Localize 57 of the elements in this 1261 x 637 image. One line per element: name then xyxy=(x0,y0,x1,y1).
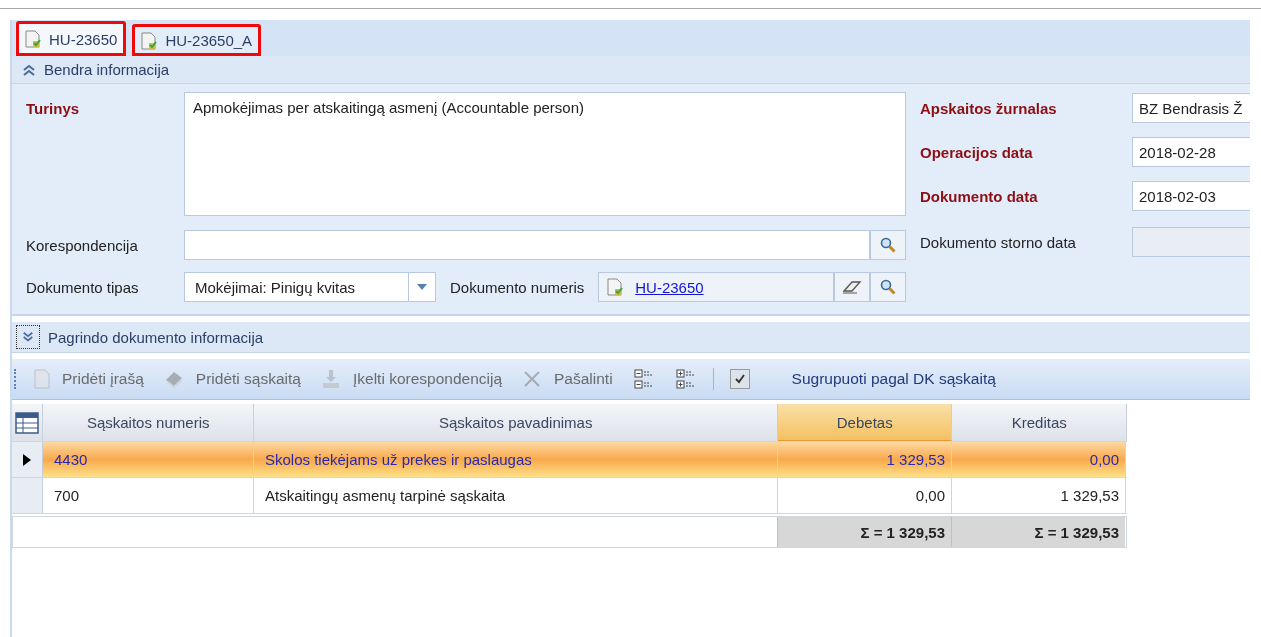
checkbox[interactable] xyxy=(729,369,750,389)
correspondence-field[interactable] xyxy=(184,230,870,260)
table-cell: 0,00 xyxy=(952,442,1126,477)
content-field[interactable]: Apmokėjimas per atskaitingą asmenį (Accountable person) xyxy=(184,92,906,216)
collapse-tree-icon xyxy=(632,368,655,390)
search-button[interactable] xyxy=(870,272,906,302)
document-link[interactable]: HU-23650 xyxy=(635,278,704,296)
document-type-dropdown[interactable]: Mokėjimai: Pinigų kvitas xyxy=(184,272,436,302)
row-indicator[interactable] xyxy=(12,442,43,477)
field-label: Operacijos data xyxy=(920,143,1034,161)
clear-button[interactable] xyxy=(834,272,870,302)
document-icon xyxy=(25,30,41,48)
current-row-icon xyxy=(23,453,31,466)
field-label: Turinys xyxy=(26,99,81,117)
section-title: Pagrindo dokumento informacija xyxy=(48,328,264,346)
document-icon xyxy=(607,278,624,296)
column-header[interactable]: Kreditas xyxy=(952,404,1127,441)
input-field[interactable] xyxy=(1132,227,1250,257)
page-icon xyxy=(34,369,50,389)
field-label: Apskaitos žurnalas xyxy=(920,99,1058,117)
total-cell: Σ = 1 329,53 xyxy=(777,517,951,547)
check-icon xyxy=(732,372,747,386)
field-label: Dokumento storno data xyxy=(920,233,1077,251)
document-number-field[interactable]: HU-23650 xyxy=(598,272,834,302)
collapse-icon[interactable] xyxy=(22,63,36,76)
input-field[interactable]: BZ Bendrasis Ž xyxy=(1132,93,1250,123)
table-cell: 700 xyxy=(43,478,254,513)
search-button[interactable] xyxy=(870,230,906,260)
delete-icon xyxy=(522,369,542,389)
total-cell: Σ = 1 329,53 xyxy=(951,517,1125,547)
search-icon xyxy=(880,237,896,253)
field-label: Korespondencija xyxy=(26,236,139,254)
document-tab[interactable]: HU-23650_A xyxy=(132,24,262,56)
column-header[interactable]: Sąskaitos pavadinimas xyxy=(254,404,778,441)
table-cell: 1 329,53 xyxy=(778,442,952,477)
table-cell: Atskaitingų asmenų tarpinė sąskaita xyxy=(254,478,778,513)
column-header[interactable]: Sąskaitos numeris xyxy=(43,404,255,441)
column-header[interactable]: Debetas xyxy=(777,404,953,441)
field-label: Dokumento numeris xyxy=(450,278,585,296)
field-label: Dokumento tipas xyxy=(26,278,140,296)
input-field[interactable]: 2018-02-03 xyxy=(1132,181,1250,211)
document-icon xyxy=(141,31,158,50)
document-tab[interactable]: HU-23650 xyxy=(16,21,127,56)
search-icon xyxy=(880,279,896,295)
table-cell: 4430 xyxy=(43,442,254,477)
table-icon xyxy=(15,411,39,434)
dropdown-arrow-icon xyxy=(417,284,427,290)
table-cell: 0,00 xyxy=(778,478,952,513)
field-label: Dokumento data xyxy=(920,187,1039,205)
table-cell: Skolos tiekėjams už prekes ir paslaugas xyxy=(254,442,778,477)
group-toggle[interactable]: Sugrupuoti pagal DK sąskaitą xyxy=(725,369,1000,389)
table-cell: 1 329,53 xyxy=(952,478,1126,513)
section-title: Bendra informacija xyxy=(44,61,170,78)
expand-tree-icon xyxy=(674,368,697,390)
eraser-icon xyxy=(842,279,862,295)
expand-icon[interactable] xyxy=(16,325,40,349)
input-field[interactable]: 2018-02-28 xyxy=(1132,137,1250,167)
